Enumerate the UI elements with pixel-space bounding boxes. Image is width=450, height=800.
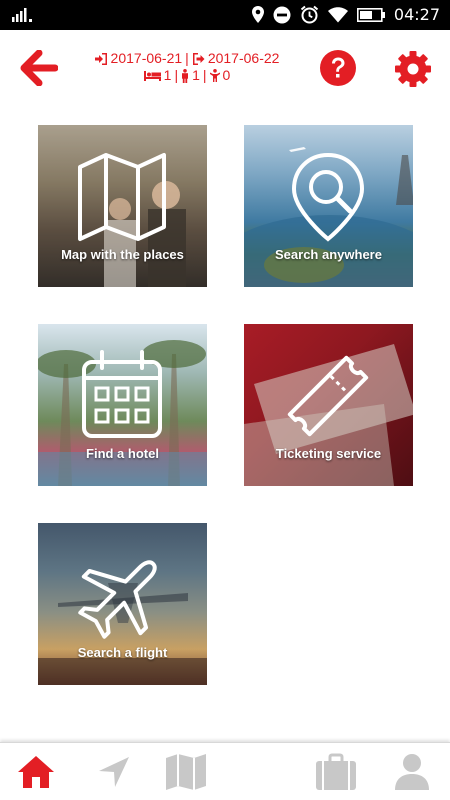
arrow-left-icon [20, 49, 59, 87]
profile-icon [395, 754, 429, 790]
wifi-icon [327, 6, 348, 22]
tile-label: Map with the places [61, 247, 184, 262]
rooms-count: 1 [163, 67, 172, 83]
question-mark-icon [320, 50, 356, 86]
check-in-icon [94, 52, 107, 65]
back-button[interactable] [20, 49, 60, 90]
adults-count: 1 [192, 67, 200, 83]
tile-label: Search anywhere [275, 247, 382, 262]
settings-button[interactable] [394, 50, 432, 88]
find-a-hotel-tile[interactable]: Find a hotel [38, 324, 207, 486]
status-bar: 04:27 [0, 0, 450, 30]
guests-separator-2: | [202, 67, 207, 83]
app-screen: 04:27 2017-06-21 | 2017-06-22 1 | 1 | 0 … [0, 0, 450, 800]
check-out-icon [192, 52, 205, 65]
guests-summary: 1 | 1 | 0 [92, 67, 282, 84]
airplane-icon [78, 560, 157, 639]
check-out-date: 2017-06-22 [207, 50, 280, 66]
nav-profile-button[interactable] [390, 751, 434, 793]
tile-label: Find a hotel [86, 446, 159, 461]
battery-icon [356, 7, 385, 22]
children-count: 0 [222, 67, 231, 83]
check-in-date: 2017-06-21 [110, 50, 183, 66]
tile-label: Ticketing service [275, 446, 382, 461]
ticket-icon [287, 355, 369, 437]
gear-icon [395, 51, 431, 87]
child-icon [209, 69, 220, 82]
do-not-disturb-icon [273, 6, 291, 23]
date-range: 2017-06-21 | 2017-06-22 [92, 50, 282, 67]
magnifier-pin-icon [291, 152, 365, 242]
nav-map-button[interactable] [164, 751, 208, 793]
stay-summary[interactable]: 2017-06-21 | 2017-06-22 1 | 1 | 0 [92, 50, 282, 84]
guests-separator-1: | [174, 67, 179, 83]
home-icon [18, 756, 54, 788]
calendar-icon [82, 350, 162, 438]
location-icon [251, 6, 264, 23]
folded-map-icon [78, 153, 166, 241]
status-time: 04:27 [393, 5, 440, 24]
help-button[interactable] [319, 49, 357, 87]
search-anywhere-tile[interactable]: Search anywhere [244, 125, 413, 287]
nav-home-button[interactable] [14, 751, 58, 793]
alarm-icon [300, 5, 319, 24]
ticketing-service-tile[interactable]: Ticketing service [244, 324, 413, 486]
map-with-places-tile[interactable]: Map with the places [38, 125, 207, 287]
nav-trips-button[interactable] [314, 751, 358, 793]
bed-icon [143, 70, 161, 81]
map-icon [166, 754, 206, 790]
bottom-navigation [0, 742, 450, 800]
navigation-arrow-icon [99, 757, 129, 787]
signal-icon [12, 8, 32, 22]
header: 2017-06-21 | 2017-06-22 1 | 1 | 0 [0, 30, 450, 110]
nav-navigation-button[interactable] [92, 751, 136, 793]
date-separator: | [185, 50, 189, 66]
search-a-flight-tile[interactable]: Search a flight [38, 523, 207, 685]
suitcase-icon [316, 753, 356, 790]
adult-icon [182, 68, 189, 83]
tile-label: Search a flight [77, 645, 168, 660]
